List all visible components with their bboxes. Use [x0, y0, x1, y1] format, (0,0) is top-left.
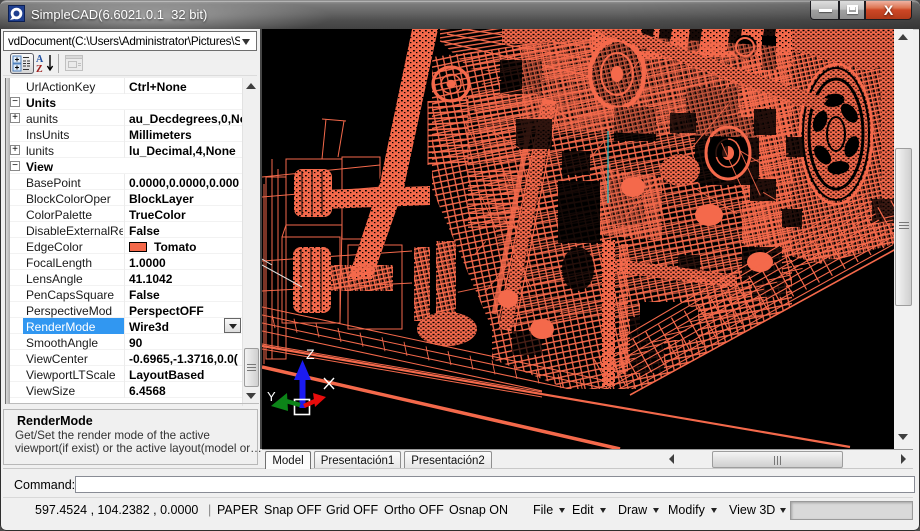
svg-text:Y: Y: [267, 389, 276, 404]
svg-text:Z: Z: [306, 346, 315, 362]
svg-text:Z: Z: [36, 64, 43, 74]
